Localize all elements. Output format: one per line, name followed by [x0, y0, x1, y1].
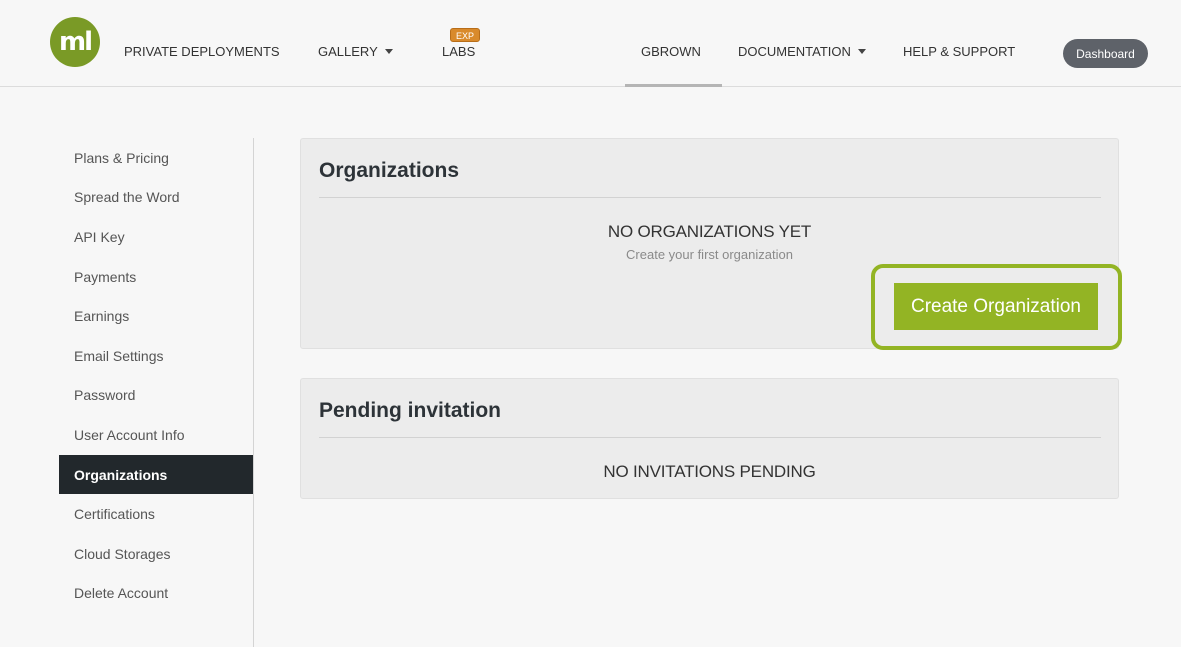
sidebar-item-plans-pricing[interactable]: Plans & Pricing — [59, 138, 253, 178]
caret-down-icon — [384, 49, 393, 54]
sidebar-item-payments[interactable]: Payments — [59, 257, 253, 297]
nav-label: DOCUMENTATION — [738, 44, 851, 59]
pending-invitation-panel: Pending invitation NO INVITATIONS PENDIN… — [300, 378, 1119, 499]
exp-badge: EXP — [450, 28, 480, 42]
caret-down-icon — [857, 49, 866, 54]
account-sidebar: Plans & Pricing Spread the Word API Key … — [59, 138, 253, 613]
nav-gallery[interactable]: GALLERY — [318, 44, 393, 59]
sidebar-item-spread-the-word[interactable]: Spread the Word — [59, 178, 253, 218]
nav-label: GBROWN — [641, 44, 701, 59]
sidebar-item-password[interactable]: Password — [59, 376, 253, 416]
sidebar-item-api-key[interactable]: API Key — [59, 217, 253, 257]
logo-icon[interactable]: ml — [50, 17, 100, 67]
logo-text: ml — [58, 27, 93, 57]
nav-user-gbrown[interactable]: GBROWN — [641, 44, 701, 59]
sidebar-item-user-account-info[interactable]: User Account Info — [59, 415, 253, 455]
nav-label: PRIVATE DEPLOYMENTS — [124, 44, 280, 59]
create-organization-button[interactable]: Create Organization — [894, 283, 1098, 330]
active-nav-underline — [625, 84, 722, 87]
no-organizations-heading: NO ORGANIZATIONS YET — [607, 222, 812, 241]
panel-divider — [319, 197, 1101, 198]
organizations-title: Organizations — [319, 159, 460, 182]
nav-label: GALLERY — [318, 44, 378, 59]
nav-help-support[interactable]: HELP & SUPPORT — [903, 44, 1015, 59]
no-organizations-subtext: Create your first organization — [626, 247, 793, 262]
sidebar-item-earnings[interactable]: Earnings — [59, 296, 253, 336]
nav-labs[interactable]: LABS — [442, 44, 475, 59]
dashboard-button[interactable]: Dashboard — [1063, 39, 1148, 68]
sidebar-item-cloud-storages[interactable]: Cloud Storages — [59, 534, 253, 574]
nav-private-deployments[interactable]: PRIVATE DEPLOYMENTS — [124, 44, 280, 59]
sidebar-item-email-settings[interactable]: Email Settings — [59, 336, 253, 376]
no-invitations-heading: NO INVITATIONS PENDING — [603, 462, 816, 481]
sidebar-divider — [253, 138, 254, 647]
nav-documentation[interactable]: DOCUMENTATION — [738, 44, 866, 59]
sidebar-item-delete-account[interactable]: Delete Account — [59, 574, 253, 614]
nav-label: HELP & SUPPORT — [903, 44, 1016, 59]
panel-divider — [319, 437, 1101, 438]
sidebar-item-certifications[interactable]: Certifications — [59, 494, 253, 534]
sidebar-item-organizations[interactable]: Organizations — [59, 454, 253, 495]
pending-invitation-title: Pending invitation — [319, 399, 501, 422]
nav-label: LABS — [442, 44, 476, 59]
top-navigation-bar: ml PRIVATE DEPLOYMENTS GALLERY LABS EXP … — [0, 0, 1181, 87]
